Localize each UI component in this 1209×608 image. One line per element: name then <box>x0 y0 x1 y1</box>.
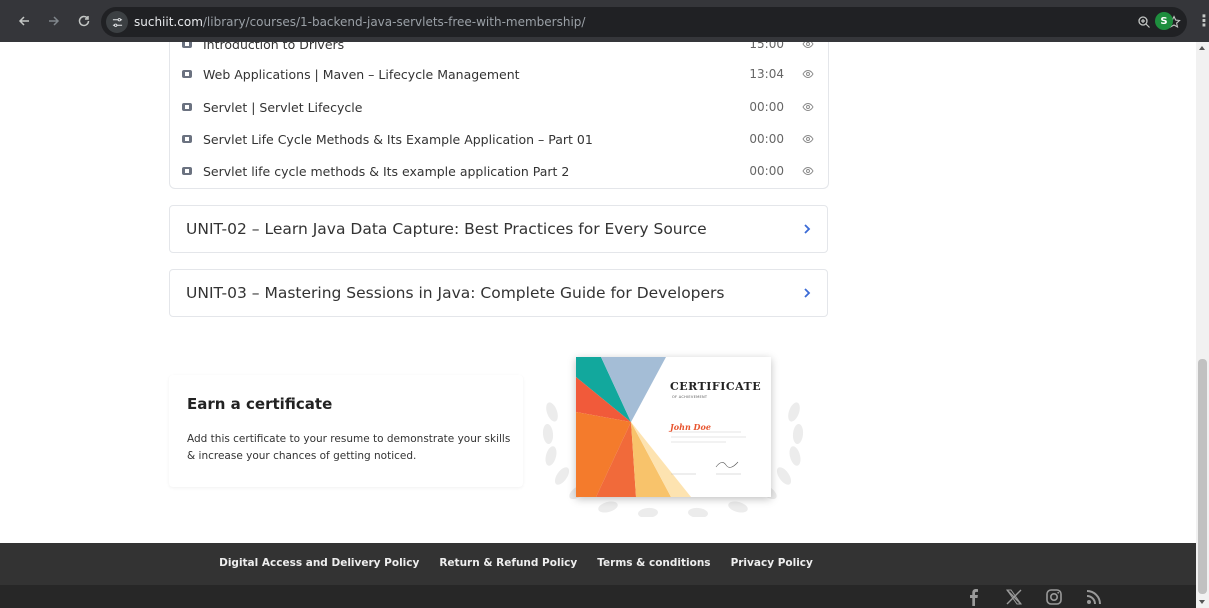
page-scrollbar[interactable] <box>1196 42 1209 608</box>
zoom-icon[interactable] <box>1137 15 1151 29</box>
lesson-duration: 15:00 <box>749 42 784 51</box>
chevron-right-icon[interactable] <box>801 287 813 299</box>
back-button[interactable] <box>12 9 36 33</box>
lesson-duration: 00:00 <box>749 132 784 146</box>
certificate-image-name: John Doe <box>670 422 711 432</box>
rss-icon[interactable] <box>1085 588 1103 606</box>
profile-avatar[interactable]: S <box>1155 12 1173 30</box>
eye-icon[interactable] <box>802 68 814 80</box>
unit-03-accordion[interactable]: UNIT-03 – Mastering Sessions in Java: Co… <box>169 269 828 317</box>
reload-icon <box>78 15 90 27</box>
footer-link-privacy[interactable]: Privacy Policy <box>731 557 813 569</box>
certificate-preview: CERTIFICATE OF ACHIEVEMENT John Doe <box>538 352 808 517</box>
lesson-duration: 00:00 <box>749 164 784 178</box>
forward-button[interactable] <box>42 9 66 33</box>
url-text: suchiit.com/library/courses/1-backend-ja… <box>134 15 585 29</box>
arrow-right-icon <box>49 16 60 26</box>
footer-link-digital-access[interactable]: Digital Access and Delivery Policy <box>219 557 419 569</box>
footer-links: Digital Access and Delivery Policy Retur… <box>0 557 1032 569</box>
tune-icon <box>112 17 122 27</box>
lesson-item[interactable]: Web Applications | Maven – Lifecycle Man… <box>170 58 828 90</box>
lesson-title: Servlet | Servlet Lifecycle <box>203 99 363 115</box>
x-icon[interactable] <box>1005 588 1023 606</box>
certificate-image-title: CERTIFICATE <box>670 380 762 393</box>
facebook-icon[interactable] <box>965 588 983 606</box>
scroll-thumb[interactable] <box>1198 359 1207 594</box>
lesson-title: Introduction to Drivers <box>203 42 345 52</box>
certificate-card: Earn a certificate Add this certificate … <box>169 375 523 487</box>
browser-toolbar: suchiit.com/library/courses/1-backend-ja… <box>0 0 1209 42</box>
eye-icon[interactable] <box>802 101 814 113</box>
video-icon <box>182 167 192 175</box>
url-path: /library/courses/1-backend-java-servlets… <box>202 15 586 29</box>
eye-icon[interactable] <box>802 42 814 50</box>
certificate-image-subtitle: OF ACHIEVEMENT <box>672 395 708 399</box>
certificate-heading: Earn a certificate <box>187 395 333 413</box>
arrow-left-icon <box>18 16 29 26</box>
lesson-title: Servlet life cycle methods & Its example… <box>203 163 570 179</box>
video-icon <box>182 42 192 48</box>
video-icon <box>182 70 192 78</box>
video-icon <box>182 103 192 111</box>
chevron-right-icon[interactable] <box>801 223 813 235</box>
eye-icon[interactable] <box>802 165 814 177</box>
url-host: suchiit.com <box>134 15 203 29</box>
footer-link-terms[interactable]: Terms & conditions <box>597 557 710 569</box>
certificate-image: CERTIFICATE OF ACHIEVEMENT John Doe <box>576 357 771 497</box>
unit-title: UNIT-03 – Mastering Sessions in Java: Co… <box>186 284 725 302</box>
lesson-title: Web Applications | Maven – Lifecycle Man… <box>203 66 520 82</box>
scroll-down-arrow-icon[interactable] <box>1199 600 1205 604</box>
unit-02-accordion[interactable]: UNIT-02 – Learn Java Data Capture: Best … <box>169 205 828 253</box>
instagram-icon[interactable] <box>1045 588 1063 606</box>
site-footer: Digital Access and Delivery Policy Retur… <box>0 543 1196 608</box>
certificate-description: Add this certificate to your resume to d… <box>187 433 511 462</box>
lesson-duration: 00:00 <box>749 100 784 114</box>
eye-icon[interactable] <box>802 133 814 145</box>
video-icon <box>182 135 192 143</box>
scroll-up-arrow-icon[interactable] <box>1199 46 1205 50</box>
menu-icon[interactable]: ⋮ <box>1196 11 1209 30</box>
address-bar[interactable]: suchiit.com/library/courses/1-backend-ja… <box>101 7 1187 37</box>
unit-title: UNIT-02 – Learn Java Data Capture: Best … <box>186 220 707 238</box>
lesson-item[interactable]: Servlet life cycle methods & Its example… <box>170 155 828 187</box>
site-info-button[interactable] <box>106 11 128 33</box>
lesson-item[interactable]: Servlet Life Cycle Methods & Its Example… <box>170 123 828 155</box>
reload-button[interactable] <box>72 9 96 33</box>
footer-link-refund[interactable]: Return & Refund Policy <box>439 557 577 569</box>
lesson-item[interactable]: Servlet | Servlet Lifecycle 00:00 <box>170 91 828 123</box>
social-links <box>965 588 1103 606</box>
lesson-duration: 13:04 <box>749 67 784 81</box>
unit-01-lessons: Introduction to Drivers 15:00 Web Applic… <box>169 42 829 189</box>
lesson-title: Servlet Life Cycle Methods & Its Example… <box>203 131 593 147</box>
